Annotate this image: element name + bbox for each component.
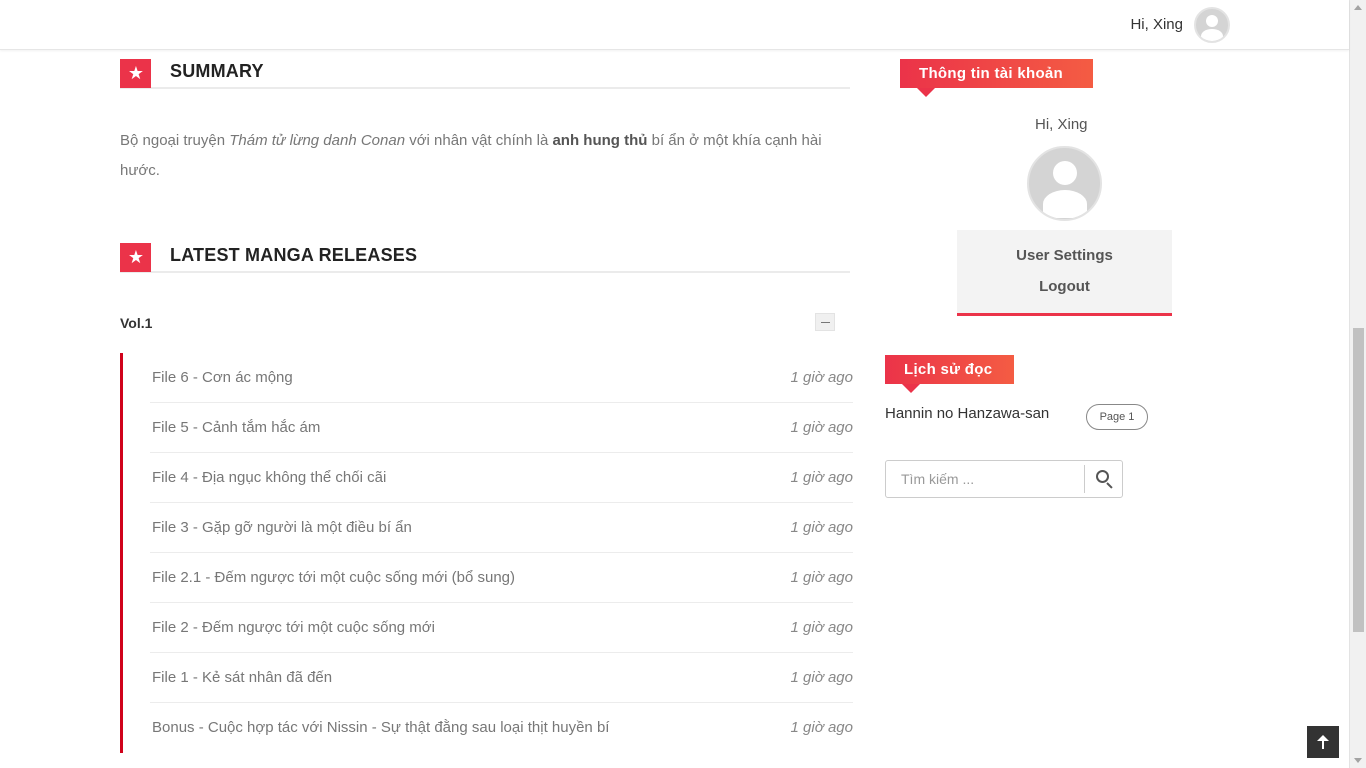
page-scrollbar[interactable] [1349,0,1366,768]
scroll-up-icon[interactable] [1354,5,1362,10]
history-heading: Lịch sử đọc [885,355,1014,393]
chapter-time: 1 giờ ago [790,419,853,436]
arrow-up-icon[interactable] [1307,726,1339,758]
user-settings-link[interactable]: User Settings [957,247,1172,264]
summary-text: Bộ ngoại truyện Thám tử lừng danh Conan … [120,132,822,179]
chapter-name[interactable]: File 2 - Đếm ngược tới một cuộc sống mới [152,619,435,636]
chapter-item[interactable]: File 3 - Gặp gỡ người là một điều bí ẩn … [150,503,853,553]
scrollbar-thumb[interactable] [1353,328,1364,632]
chapter-list: File 6 - Cơn ác mộng 1 giờ ago File 5 - … [120,353,853,753]
chapter-item[interactable]: File 1 - Kẻ sát nhân đã đến 1 giờ ago [150,653,853,703]
chapter-name[interactable]: File 1 - Kẻ sát nhân đã đến [152,669,332,686]
chapter-item[interactable]: File 4 - Địa ngục không thể chối cãi 1 g… [150,453,853,503]
chapter-name[interactable]: File 5 - Cảnh tắm hắc ám [152,419,320,436]
chapter-item[interactable]: File 5 - Cảnh tắm hắc ám 1 giờ ago [150,403,853,453]
chapter-time: 1 giờ ago [790,719,853,736]
collapse-icon[interactable] [815,313,835,331]
chapter-time: 1 giờ ago [790,369,853,386]
chapter-item[interactable]: File 2.1 - Đếm ngược tới một cuộc sống m… [150,553,853,603]
chapter-item[interactable]: File 2 - Đếm ngược tới một cuộc sống mới… [150,603,853,653]
summary-heading-bar: ★ SUMMARY [120,59,850,89]
history-item-title[interactable]: Hannin no Hanzawa-san [885,405,1049,422]
chapter-name[interactable]: Bonus - Cuộc hợp tác với Nissin - Sự thậ… [152,719,609,736]
releases-heading-bar: ★ LATEST MANGA RELEASES [120,243,850,273]
chapter-time: 1 giờ ago [790,669,853,686]
search-input[interactable] [887,462,1083,496]
chapter-time: 1 giờ ago [790,619,853,636]
chapter-name[interactable]: File 3 - Gặp gỡ người là một điều bí ẩn [152,519,412,536]
history-page-badge[interactable]: Page 1 [1086,404,1148,430]
account-heading: Thông tin tài khoản [900,59,1093,97]
header-greeting[interactable]: Hi, Xing [1130,16,1183,33]
user-avatar-icon[interactable] [1194,7,1230,43]
star-icon: ★ [120,59,151,88]
chapter-item[interactable]: File 6 - Cơn ác mộng 1 giờ ago [150,353,853,403]
search-divider [1084,465,1085,493]
summary-heading: SUMMARY [170,61,264,81]
chapter-time: 1 giờ ago [790,469,853,486]
user-avatar-icon [1027,146,1102,221]
logout-link[interactable]: Logout [957,278,1172,295]
top-bar: Hi, Xing [0,0,1349,50]
chapter-time: 1 giờ ago [790,519,853,536]
volume-title[interactable]: Vol.1 [120,315,152,331]
chapter-name[interactable]: File 4 - Địa ngục không thể chối cãi [152,469,386,486]
search-icon[interactable] [1086,461,1122,497]
user-menu: User Settings Logout [957,230,1172,316]
sidebar-greeting: Hi, Xing [1035,116,1088,133]
releases-heading: LATEST MANGA RELEASES [170,245,418,265]
chapter-name[interactable]: File 2.1 - Đếm ngược tới một cuộc sống m… [152,569,515,586]
chapter-name[interactable]: File 6 - Cơn ác mộng [152,369,293,386]
chapter-time: 1 giờ ago [790,569,853,586]
chapter-item[interactable]: Bonus - Cuộc hợp tác với Nissin - Sự thậ… [150,703,853,753]
search-box [885,460,1123,498]
scroll-down-icon[interactable] [1354,758,1362,763]
star-icon: ★ [120,243,151,272]
